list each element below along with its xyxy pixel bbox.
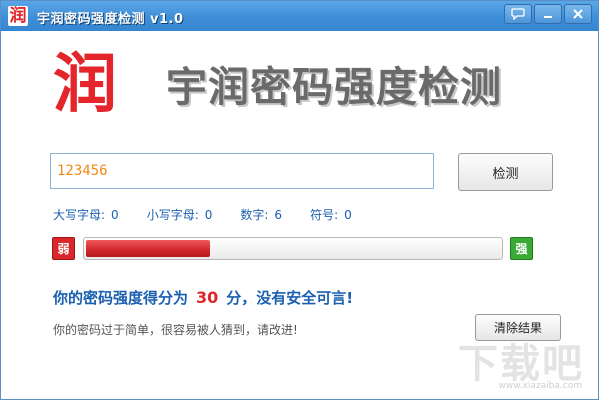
character-stats: 大写字母: 0 小写字母: 0 数字: 6 符号: 0 (53, 206, 380, 223)
stat-label: 符号: (310, 208, 339, 222)
strength-meter (83, 237, 503, 260)
check-button[interactable]: 检测 (458, 153, 553, 191)
logo-mark: 润 (53, 47, 117, 122)
window-controls (502, 4, 592, 24)
stat-value: 6 (274, 208, 283, 222)
title-bar[interactable]: 润 宇润密码强度检测 v1.0 (1, 1, 598, 31)
app-window: 润 宇润密码强度检测 v1.0 润 宇润密码强度检测 检测 大写字母: (0, 0, 599, 400)
score-prefix: 你的密码强度得分为 (53, 289, 189, 307)
stat-value: 0 (111, 208, 119, 222)
stat-label: 小写字母: (146, 208, 199, 222)
stat-lowercase: 小写字母: 0 (147, 206, 213, 223)
stat-value: 0 (344, 208, 352, 222)
close-button[interactable] (564, 4, 592, 24)
strong-badge: 强 (510, 237, 533, 260)
score-value: 30 (196, 288, 219, 307)
stat-symbols: 符号: 0 (310, 206, 352, 223)
score-suffix: 分，没有安全可言! (226, 289, 354, 307)
feedback-button[interactable] (504, 4, 532, 24)
app-icon: 润 (8, 6, 28, 26)
watermark-url: www.xiazaiba.com (498, 381, 582, 391)
strength-meter-fill (86, 240, 210, 257)
stat-label: 大写字母: (53, 208, 106, 222)
chat-icon (511, 8, 525, 20)
stat-uppercase: 大写字母: 0 (53, 206, 119, 223)
stat-value: 0 (204, 208, 213, 222)
stat-label: 数字: (240, 208, 269, 222)
advice-text: 你的密码过于简单，很容易被人猜到，请改进! (53, 323, 298, 337)
password-input[interactable] (50, 153, 434, 189)
minimize-button[interactable] (534, 4, 562, 24)
app-logo-title: 宇润密码强度检测 (166, 63, 502, 111)
weak-badge: 弱 (52, 237, 75, 260)
score-result: 你的密码强度得分为 30 分，没有安全可言! (53, 287, 353, 308)
minimize-icon (544, 16, 552, 18)
close-icon (573, 9, 583, 19)
stat-digits: 数字: 6 (240, 206, 282, 223)
window-title: 宇润密码强度检测 v1.0 (37, 12, 184, 27)
